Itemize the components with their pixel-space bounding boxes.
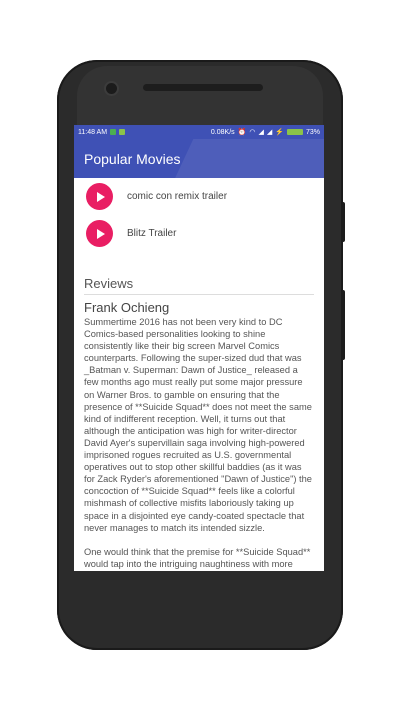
phone-top [77, 66, 323, 126]
signal-icon-2: ◢ [266, 129, 273, 136]
front-camera [104, 81, 119, 96]
review-item: Frank Ochieng Summertime 2016 has not be… [74, 300, 324, 571]
battery-percent: 73% [305, 128, 320, 136]
play-icon[interactable] [86, 183, 113, 210]
alarm-icon: ⏰ [237, 129, 247, 136]
power-button [341, 290, 345, 360]
review-content: Summertime 2016 has not been very kind t… [84, 317, 312, 571]
status-bar: 11:48 AM 0.08K/s ⏰ ◠ ◢ ◢ ⚡ 73% [74, 125, 324, 139]
battery-icon [286, 129, 303, 135]
charging-icon: ⚡ [275, 129, 284, 136]
status-time: 11:48 AM [78, 128, 108, 136]
trailer-item[interactable]: Blitz Trailer [74, 215, 324, 252]
play-icon[interactable] [86, 220, 113, 247]
app-title: Popular Movies [84, 150, 181, 167]
wifi-icon: ◠ [249, 129, 256, 136]
review-author: Frank Ochieng [84, 300, 170, 315]
app-bar: Popular Movies [74, 139, 324, 178]
trailer-label[interactable]: Blitz Trailer [127, 228, 176, 239]
volume-button [341, 202, 345, 242]
notification-icon [110, 129, 117, 135]
reviews-heading: Reviews [84, 276, 314, 295]
phone-screen: 11:48 AM 0.08K/s ⏰ ◠ ◢ ◢ ⚡ 73% Popular M… [74, 125, 324, 571]
trailer-label[interactable]: comic con remix trailer [127, 191, 227, 202]
earpiece-speaker [143, 84, 263, 91]
trailer-list: comic con remix trailer Blitz Trailer [74, 178, 324, 252]
trailer-item[interactable]: comic con remix trailer [74, 178, 324, 215]
android-icon [119, 129, 126, 135]
network-speed: 0.08K/s [210, 128, 235, 136]
signal-icon: ◢ [258, 129, 264, 136]
